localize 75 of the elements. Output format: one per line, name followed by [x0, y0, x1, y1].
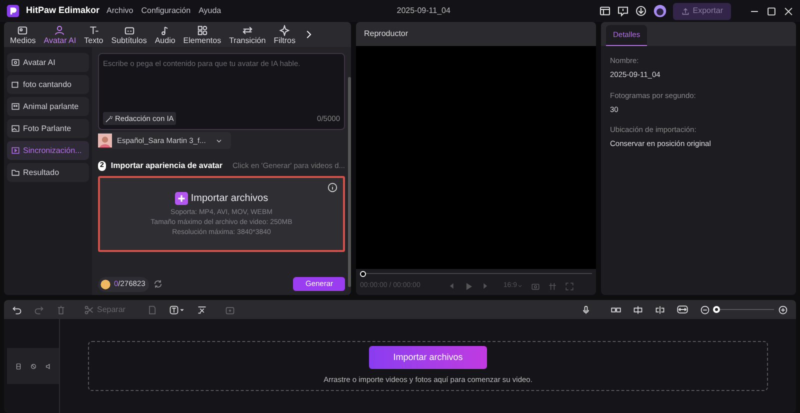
undo-icon[interactable] [12, 304, 22, 314]
microphone-icon[interactable] [581, 304, 591, 314]
zoom-slider-thumb[interactable] [713, 306, 720, 313]
align-icon[interactable] [633, 304, 643, 314]
panel-tab[interactable]: Texto [80, 22, 108, 47]
menu-item[interactable]: Archivo [106, 5, 134, 17]
close-icon[interactable] [783, 6, 794, 16]
caret-icon [179, 306, 186, 312]
panel-tab[interactable]: Avatar AI [40, 22, 80, 47]
link-icon[interactable] [611, 304, 621, 314]
scrollbar[interactable] [348, 77, 351, 287]
panel-title: Reproductor [364, 28, 408, 40]
magic-wand-icon [105, 114, 113, 122]
text-tool-button[interactable] [169, 304, 186, 314]
media-icon [17, 24, 28, 36]
item-icon [11, 80, 20, 89]
refresh-icon[interactable] [153, 279, 164, 289]
sidebar-item[interactable]: Resultado [7, 163, 89, 182]
sidebar-item[interactable]: Foto Parlante [7, 119, 89, 138]
volume-icon[interactable] [44, 362, 52, 370]
zoom-out-icon[interactable] [700, 304, 710, 314]
coin-icon [100, 278, 111, 290]
avatar-icon[interactable] [652, 4, 667, 18]
step-title: Importar apariencia de avatar [110, 160, 222, 172]
panel-tab[interactable]: Subtítulos [107, 22, 151, 47]
item-icon [11, 58, 20, 67]
avatar-thumbnail-icon [98, 133, 112, 148]
text-icon [88, 24, 100, 36]
item-icon [11, 146, 20, 155]
info-icon[interactable] [327, 182, 338, 193]
subtitles-icon [124, 24, 135, 36]
elements-icon [196, 24, 208, 36]
text-box-icon [169, 304, 180, 314]
upload-icon [680, 6, 690, 16]
export-button[interactable]: Exportar [672, 2, 731, 20]
progress-thumb[interactable] [360, 271, 366, 277]
visibility-icon[interactable] [30, 362, 36, 370]
caret-icon [516, 283, 523, 289]
feedback-icon[interactable] [616, 5, 629, 17]
panel-tab[interactable]: Medios [6, 22, 40, 47]
zoom-slider[interactable] [714, 306, 774, 313]
app-name: HitPaw Edimakor [26, 4, 100, 18]
panel-tab[interactable]: Filtros [270, 22, 300, 47]
sidebar-item[interactable]: Sincronización... [7, 141, 89, 160]
delete-icon[interactable] [56, 304, 66, 314]
menu-item[interactable]: Ayuda [198, 5, 222, 17]
film-icon[interactable] [14, 362, 22, 370]
import-files-button[interactable]: Importar archivos [369, 346, 487, 370]
download-icon[interactable] [634, 5, 647, 17]
panel-tab[interactable]: Elementos [179, 22, 226, 47]
avatar-icon [54, 24, 66, 36]
project-title: 2025-09-11_04 [396, 5, 452, 17]
scissors-icon [84, 304, 94, 314]
maximize-icon[interactable] [766, 6, 777, 16]
sidebar-item[interactable]: foto cantando [7, 75, 89, 94]
remove-gaps-icon[interactable] [197, 304, 208, 314]
fit-width-icon[interactable] [677, 304, 688, 315]
redo-icon[interactable] [34, 304, 44, 314]
layout-icon[interactable] [598, 5, 611, 17]
sidebar-item[interactable]: Avatar AI [7, 53, 89, 72]
item-icon [11, 124, 20, 133]
transition-icon [242, 24, 253, 36]
app-logo-icon [6, 4, 20, 18]
import-label[interactable]: Importar archivos [190, 190, 268, 206]
filters-icon [279, 24, 290, 36]
menu-item[interactable]: Configuración [140, 5, 192, 17]
sidebar-item[interactable]: Animal parlante [7, 97, 89, 116]
zoom-in-icon[interactable] [778, 304, 788, 314]
panel-tab[interactable]: Transición [225, 22, 270, 47]
split-clip-icon[interactable] [655, 304, 665, 314]
plus-icon[interactable] [174, 192, 188, 204]
item-icon [11, 102, 20, 111]
item-icon [11, 168, 20, 177]
add-track-icon[interactable] [225, 304, 236, 314]
panel-tab[interactable]: Audio [150, 22, 180, 47]
